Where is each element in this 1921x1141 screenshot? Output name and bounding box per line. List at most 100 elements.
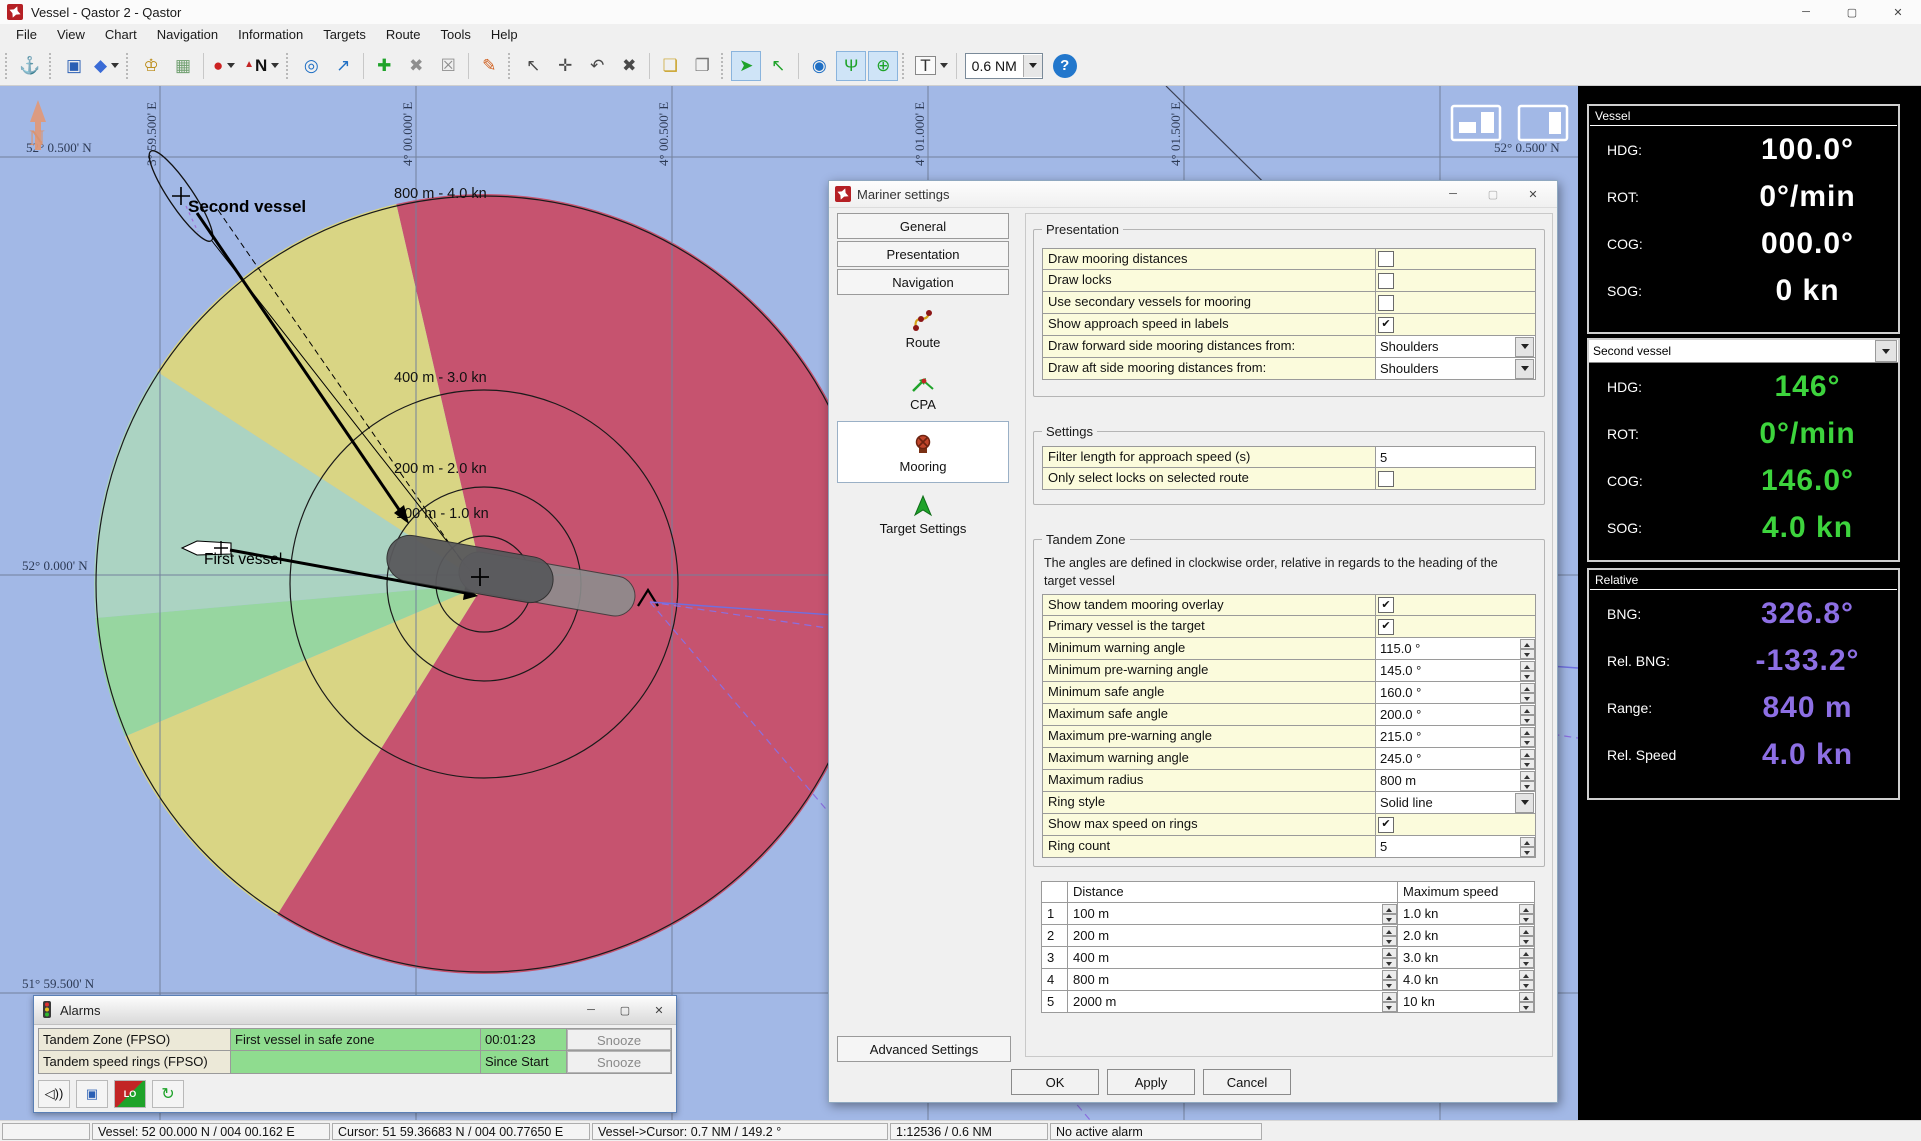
max-radius-input[interactable]: 800 m	[1375, 770, 1535, 791]
menu-view[interactable]: View	[47, 24, 95, 46]
draw-mooring-distances-checkbox[interactable]	[1378, 251, 1394, 267]
apply-button[interactable]: Apply	[1107, 1069, 1195, 1095]
secondary-vessels-checkbox[interactable]	[1378, 295, 1394, 311]
snooze-button[interactable]: Snooze	[567, 1029, 671, 1050]
close-button[interactable]: ✕	[1875, 0, 1921, 24]
distance-input[interactable]: 2000 m	[1068, 991, 1398, 1012]
spinner[interactable]	[1519, 904, 1534, 924]
route-cursor-button[interactable]: ↖	[518, 51, 548, 81]
alarm-louk-button[interactable]: LO	[114, 1080, 146, 1108]
speed-input[interactable]: 3.0 kn	[1398, 947, 1534, 968]
max-warning-angle-input[interactable]: 245.0 °	[1375, 748, 1535, 769]
bearing-arrow-button[interactable]: ↗	[328, 51, 358, 81]
spinner[interactable]	[1382, 948, 1397, 968]
spinner[interactable]	[1519, 948, 1534, 968]
toolbar-grip[interactable]	[5, 53, 11, 79]
speed-input[interactable]: 2.0 kn	[1398, 925, 1534, 946]
alarms-title-bar[interactable]: Alarms ─ ▢ ✕	[34, 996, 676, 1025]
chart-objects-button[interactable]: ◆	[91, 51, 122, 81]
spinner[interactable]	[1520, 705, 1535, 725]
aft-mooring-dropdown[interactable]: Shoulders	[1376, 359, 1535, 379]
spinner[interactable]	[1519, 992, 1534, 1012]
distance-input[interactable]: 200 m	[1068, 925, 1398, 946]
toolbar-grip[interactable]	[902, 53, 908, 79]
target-vessel-dropdown-button[interactable]	[1875, 340, 1897, 362]
primary-target-checkbox[interactable]: ✔	[1378, 619, 1394, 635]
globe-feed-button[interactable]: ⊕	[868, 51, 898, 81]
spinner[interactable]	[1519, 970, 1534, 990]
tandem-overlay-checkbox[interactable]: ✔	[1378, 597, 1394, 613]
toolbar-grip[interactable]	[721, 53, 727, 79]
speed-input[interactable]: 10 kn	[1398, 991, 1534, 1012]
spinner[interactable]	[1520, 639, 1535, 659]
text-tool-button[interactable]: T	[912, 51, 950, 81]
menu-file[interactable]: File	[6, 24, 47, 46]
save-route-button[interactable]: ❐	[687, 51, 717, 81]
chevron-down-icon[interactable]	[1515, 359, 1534, 379]
antenna-feed-button[interactable]: Ψ	[836, 51, 866, 81]
spinner[interactable]	[1382, 992, 1397, 1012]
maximize-button[interactable]: ▢	[1829, 0, 1875, 24]
menu-help[interactable]: Help	[481, 24, 528, 46]
alarm-sound-button[interactable]: ◁))	[38, 1080, 70, 1108]
chart-settings-button[interactable]: ▦	[168, 51, 198, 81]
nav-navigation[interactable]: Navigation	[837, 269, 1009, 295]
vessel-anchor-button[interactable]: ⚓	[15, 51, 45, 81]
nav-general[interactable]: General	[837, 213, 1009, 239]
add-target-button[interactable]: ✚	[369, 51, 399, 81]
forward-mooring-dropdown[interactable]: Shoulders	[1376, 337, 1535, 357]
ring-style-dropdown[interactable]: Solid line	[1376, 793, 1535, 813]
spinner[interactable]	[1519, 926, 1534, 946]
help-button[interactable]: ?	[1053, 54, 1077, 78]
speed-input[interactable]: 4.0 kn	[1398, 969, 1534, 990]
menu-information[interactable]: Information	[228, 24, 313, 46]
advanced-settings-button[interactable]: Advanced Settings	[837, 1036, 1011, 1062]
menu-chart[interactable]: Chart	[95, 24, 147, 46]
distance-input[interactable]: 100 m	[1068, 903, 1398, 924]
spinner[interactable]	[1520, 661, 1535, 681]
locks-on-route-checkbox[interactable]	[1378, 471, 1394, 487]
toolbar-grip[interactable]	[126, 53, 132, 79]
menu-route[interactable]: Route	[376, 24, 431, 46]
cancel-button[interactable]: Cancel	[1203, 1069, 1291, 1095]
max-speed-rings-checkbox[interactable]: ✔	[1378, 817, 1394, 833]
speed-input[interactable]: 1.0 kn	[1398, 903, 1534, 924]
minimize-button[interactable]: ─	[1783, 0, 1829, 24]
range-dropdown-button[interactable]	[1023, 55, 1042, 77]
north-up-button[interactable]: N	[241, 51, 282, 81]
menu-targets[interactable]: Targets	[313, 24, 376, 46]
undo-move-button[interactable]: ↶	[582, 51, 612, 81]
toolbar-grip[interactable]	[286, 53, 292, 79]
maximize-button[interactable]: ▢	[608, 999, 642, 1021]
lost-target-button[interactable]: ☒	[433, 51, 463, 81]
spinner[interactable]	[1382, 970, 1397, 990]
spinner[interactable]	[1520, 727, 1535, 747]
nav-presentation[interactable]: Presentation	[837, 241, 1009, 267]
min-safe-angle-input[interactable]: 160.0 °	[1375, 682, 1535, 703]
nav-route[interactable]: Route	[837, 297, 1009, 359]
draw-locks-checkbox[interactable]	[1378, 273, 1394, 289]
alarm-reload-button[interactable]: ↻	[152, 1080, 184, 1108]
spinner[interactable]	[1382, 904, 1397, 924]
alarm-export-button[interactable]: ▣	[76, 1080, 108, 1108]
ok-button[interactable]: OK	[1011, 1069, 1099, 1095]
spinner[interactable]	[1520, 683, 1535, 703]
menu-navigation[interactable]: Navigation	[147, 24, 228, 46]
max-prewarning-angle-input[interactable]: 215.0 °	[1375, 726, 1535, 747]
remove-target-button[interactable]: ✖	[401, 51, 431, 81]
nav-target-settings[interactable]: Target Settings	[837, 483, 1009, 545]
filter-length-input[interactable]: 5	[1375, 447, 1535, 467]
delete-point-button[interactable]: ✖	[614, 51, 644, 81]
spinner[interactable]	[1382, 926, 1397, 946]
close-button[interactable]: ✕	[1513, 183, 1553, 205]
approach-speed-checkbox[interactable]: ✔	[1378, 317, 1394, 333]
nav-mooring[interactable]: Mooring	[837, 421, 1009, 483]
minimize-button[interactable]: ─	[574, 999, 608, 1021]
min-warning-angle-input[interactable]: 115.0 °	[1375, 638, 1535, 659]
min-prewarning-angle-input[interactable]: 145.0 °	[1375, 660, 1535, 681]
toolbar-grip[interactable]	[49, 53, 55, 79]
pilot-button[interactable]: ♔	[136, 51, 166, 81]
snooze-button[interactable]: Snooze	[567, 1051, 671, 1073]
spinner[interactable]	[1520, 771, 1535, 791]
maximize-button[interactable]: ▢	[1473, 183, 1513, 205]
